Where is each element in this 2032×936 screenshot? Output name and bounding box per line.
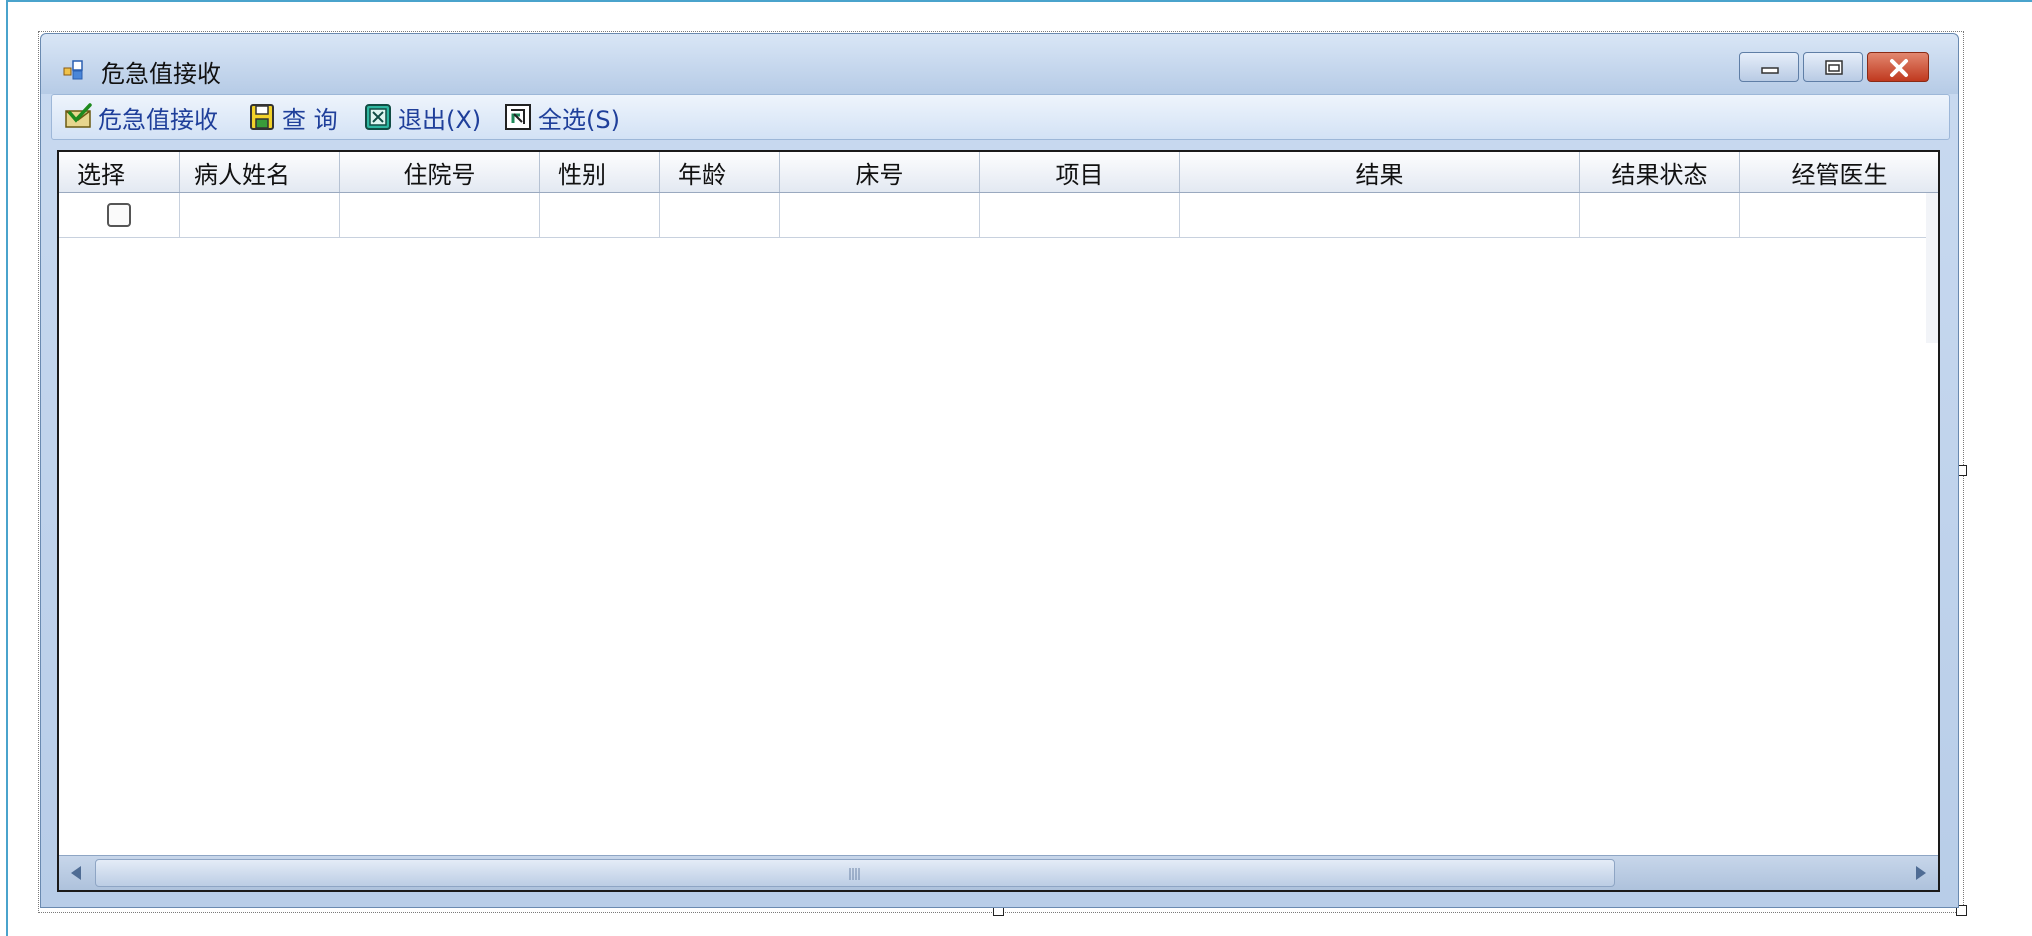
arrow-right-icon [1916, 866, 1926, 880]
vertical-scroll-strip [1926, 193, 1938, 343]
scroll-right-button[interactable] [1904, 856, 1938, 890]
column-header-admission-no[interactable]: 住院号 [340, 152, 540, 192]
select-all-label: 全选(S) [538, 105, 620, 134]
save-disk-icon [250, 104, 274, 130]
window-title: 危急值接收 [101, 60, 221, 88]
exit-icon [365, 104, 391, 130]
column-header-patient-name[interactable]: 病人姓名 [180, 152, 340, 192]
receive-critical-label: 危急值接收 [98, 105, 218, 134]
grid-header: 选择 病人姓名 住院号 性别 年龄 床号 项目 结果 结果状态 经管医生 [59, 152, 1938, 193]
form-window: 危急值接收 危急值接收 查 询 退出(X) 全选(S) 选择 病人姓名 住院号 … [40, 33, 1959, 908]
table-cell[interactable] [340, 193, 540, 237]
exit-label: 退出(X) [398, 105, 482, 134]
arrow-left-icon [71, 866, 81, 880]
table-row[interactable] [59, 193, 1938, 238]
table-cell[interactable] [980, 193, 1180, 237]
close-button[interactable] [1867, 52, 1929, 82]
minimize-button[interactable] [1739, 52, 1799, 82]
table-cell[interactable] [1740, 193, 1938, 237]
table-cell[interactable] [780, 193, 980, 237]
table-cell[interactable] [1180, 193, 1580, 237]
column-header-result-status[interactable]: 结果状态 [1580, 152, 1740, 192]
horizontal-scrollbar[interactable] [59, 855, 1938, 890]
query-label: 查 询 [282, 105, 338, 134]
table-cell[interactable] [180, 193, 340, 237]
select-cell[interactable] [59, 193, 180, 237]
query-button[interactable]: 查 询 [248, 101, 338, 134]
select-all-button[interactable]: 全选(S) [504, 101, 620, 134]
table-cell[interactable] [660, 193, 780, 237]
column-header-item[interactable]: 项目 [980, 152, 1180, 192]
column-header-gender[interactable]: 性别 [540, 152, 660, 192]
table-cell[interactable] [540, 193, 660, 237]
table-cell[interactable] [1580, 193, 1740, 237]
column-header-doctor[interactable]: 经管医生 [1740, 152, 1938, 192]
scroll-thumb[interactable] [95, 859, 1615, 887]
close-icon [1890, 59, 1908, 77]
column-header-age[interactable]: 年龄 [660, 152, 780, 192]
check-envelope-icon [65, 103, 92, 128]
column-header-select[interactable]: 选择 [59, 152, 180, 192]
column-header-result[interactable]: 结果 [1180, 152, 1580, 192]
exit-button[interactable]: 退出(X) [364, 101, 482, 134]
restore-button[interactable] [1803, 52, 1863, 82]
receive-critical-button[interactable]: 危急值接收 [64, 101, 218, 134]
grip-icon [849, 868, 860, 880]
title-bar: 危急值接收 [41, 34, 1958, 94]
column-header-bed-no[interactable]: 床号 [780, 152, 980, 192]
select-all-icon [505, 104, 531, 130]
toolbar: 危急值接收 查 询 退出(X) 全选(S) [51, 94, 1950, 140]
row-checkbox[interactable] [107, 203, 131, 227]
data-grid[interactable]: 选择 病人姓名 住院号 性别 年龄 床号 项目 结果 结果状态 经管医生 [57, 150, 1940, 892]
restore-icon [1825, 60, 1843, 75]
minimize-icon [1761, 67, 1779, 74]
app-icon [63, 60, 83, 80]
scroll-left-button[interactable] [59, 856, 93, 890]
